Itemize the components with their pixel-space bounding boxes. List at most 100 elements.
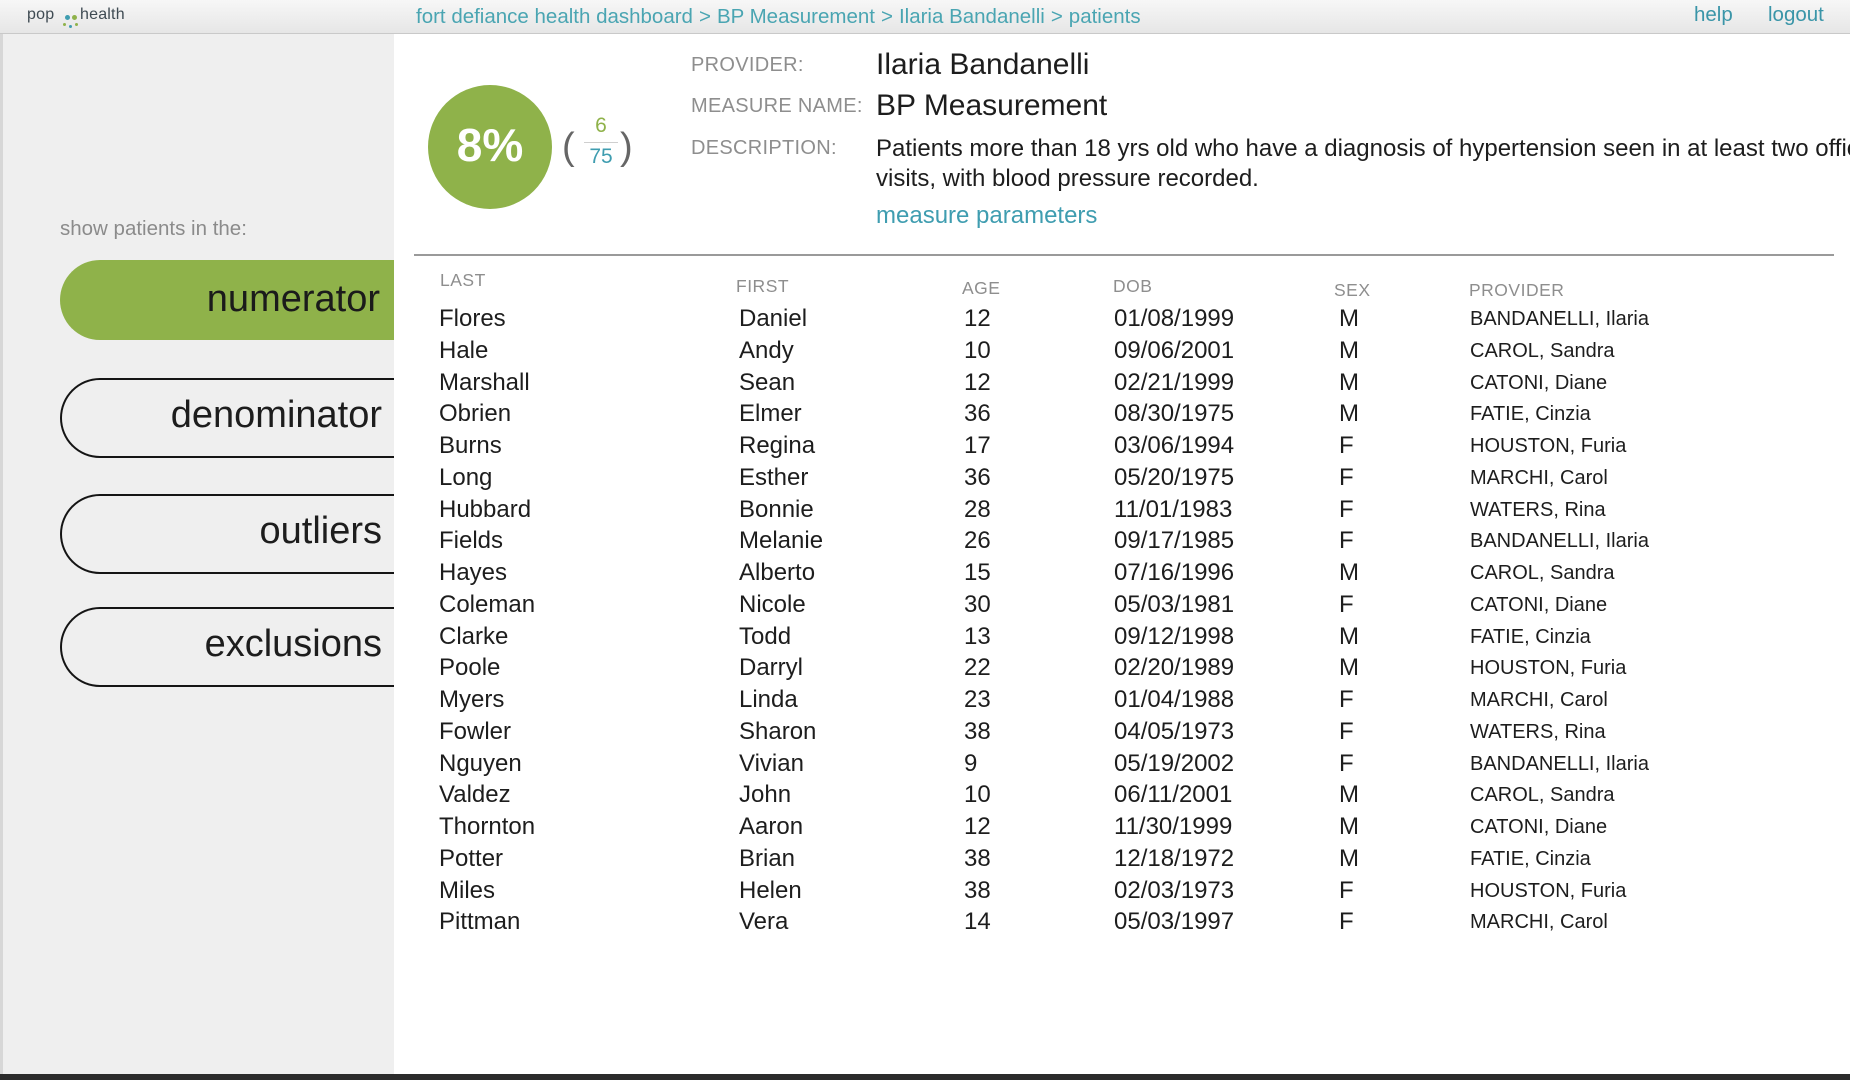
cell-dob: 01/04/1988 <box>1114 686 1235 713</box>
cell-age: 30 <box>964 590 991 618</box>
cell-dob: 05/19/2002 <box>1114 749 1235 777</box>
cell-dob: 02/03/1973 <box>1114 876 1235 904</box>
sidebar-caption: show patients in the: <box>60 217 247 240</box>
cell-last-name: Hubbard <box>439 495 532 523</box>
cell-first-name: Melanie <box>739 527 824 555</box>
cell-dob: 07/16/1996 <box>1114 559 1235 586</box>
exclusions-filter-button[interactable]: exclusions <box>60 607 400 687</box>
cell-first-name: Andy <box>739 336 794 364</box>
numerator-filter-label: numerator <box>206 278 380 320</box>
cell-dob: 09/06/2001 <box>1114 336 1235 364</box>
cell-age: 12 <box>964 368 991 396</box>
cell-sex: F <box>1339 590 1354 618</box>
cell-sex: F <box>1339 432 1354 459</box>
cell-sex: F <box>1339 749 1354 777</box>
cell-provider: MARCHI, Carol <box>1470 911 1608 934</box>
cell-dob: 09/17/1985 <box>1114 527 1235 555</box>
measure-description: Patients more than 18 yrs old who have a… <box>876 135 1850 192</box>
cell-first-name: Sharon <box>739 717 817 745</box>
cell-last-name: Myers <box>439 686 505 713</box>
cell-last-name: Clarke <box>439 622 509 650</box>
cell-last-name: Flores <box>439 305 506 332</box>
cell-provider: WATERS, Rina <box>1470 498 1606 521</box>
cell-provider: CAROL, Sandra <box>1470 339 1615 362</box>
cell-first-name: Sean <box>739 368 796 396</box>
column-header-last[interactable]: LAST <box>440 270 486 291</box>
breadcrumb-separator: > <box>698 5 711 28</box>
cell-provider: MARCHI, Carol <box>1470 689 1608 711</box>
outliers-filter-button[interactable]: outliers <box>60 494 400 574</box>
column-header-provider[interactable]: PROVIDER <box>1469 280 1564 301</box>
cell-last-name: Miles <box>439 876 496 904</box>
cell-age: 14 <box>964 908 991 936</box>
provider-label: PROVIDER: <box>691 54 804 76</box>
help-link[interactable]: help <box>1694 3 1733 27</box>
cell-provider: HOUSTON, Furia <box>1470 435 1627 457</box>
cell-age: 12 <box>964 305 991 332</box>
cell-provider: BANDANELLI, Ilaria <box>1470 308 1649 330</box>
column-header-first[interactable]: FIRST <box>736 276 789 297</box>
cell-sex: M <box>1339 305 1359 332</box>
cell-dob: 01/08/1999 <box>1114 305 1235 332</box>
logout-link[interactable]: logout <box>1768 3 1824 27</box>
cell-provider: HOUSTON, Furia <box>1470 879 1627 902</box>
description-label: DESCRIPTION: <box>691 137 837 159</box>
cell-dob: 05/03/1981 <box>1114 590 1235 618</box>
measure-name-label: MEASURE NAME: <box>691 95 863 117</box>
cell-last-name: Potter <box>439 844 504 872</box>
cell-dob: 09/12/1998 <box>1114 622 1235 650</box>
measure-parameters-link[interactable]: measure parameters <box>876 202 1097 230</box>
cell-first-name: Vivian <box>739 749 804 777</box>
column-header-age[interactable]: AGE <box>962 278 1000 299</box>
outliers-filter-label: outliers <box>259 510 383 552</box>
cell-provider: CATONI, Diane <box>1470 371 1608 394</box>
cell-sex: M <box>1339 400 1359 428</box>
cell-age: 38 <box>964 844 991 872</box>
cell-age: 38 <box>964 876 991 904</box>
cell-sex: F <box>1339 686 1354 713</box>
cell-sex: F <box>1339 908 1354 936</box>
cell-first-name: Todd <box>739 622 792 650</box>
cell-age: 36 <box>964 400 991 428</box>
patient-filter-sidebar: show patients in the: numerator denomina… <box>0 34 400 1074</box>
cell-dob: 11/30/1999 <box>1114 813 1233 840</box>
breadcrumb-dashboard[interactable]: fort defiance health dashboard <box>416 5 693 29</box>
cell-age: 10 <box>964 336 991 364</box>
cell-dob: 02/20/1989 <box>1114 654 1235 682</box>
measure-name: BP Measurement <box>876 89 1108 122</box>
cell-sex: F <box>1339 463 1354 491</box>
cell-dob: 05/03/1997 <box>1114 908 1235 936</box>
numerator-filter-button[interactable]: numerator <box>60 260 400 340</box>
cell-last-name: Fields <box>439 527 504 555</box>
denominator-filter-button[interactable]: denominator <box>60 378 400 458</box>
breadcrumb-separator: > <box>880 5 893 28</box>
cell-sex: M <box>1339 813 1359 840</box>
cell-last-name: Long <box>439 463 493 491</box>
cell-age: 17 <box>964 432 991 459</box>
cell-first-name: Aaron <box>739 813 804 840</box>
cell-sex: M <box>1339 368 1359 396</box>
column-header-dob[interactable]: DOB <box>1113 276 1152 297</box>
cell-provider: HOUSTON, Furia <box>1470 657 1627 680</box>
cell-dob: 12/18/1972 <box>1114 844 1235 872</box>
table-row[interactable]: Pittman Vera 14 05/03/1997 F MARCHI, Carol <box>394 908 1834 946</box>
top-bar: pop health fort defiance health dashboar… <box>0 0 1850 34</box>
cell-first-name: Elmer <box>739 400 802 428</box>
cell-last-name: Nguyen <box>439 749 522 777</box>
breadcrumb-patients: patients <box>1068 5 1141 28</box>
breadcrumb-measure[interactable]: BP Measurement <box>717 5 875 29</box>
cell-sex: M <box>1339 622 1359 650</box>
cell-provider: BANDANELLI, Ilaria <box>1470 530 1649 553</box>
cell-dob: 06/11/2001 <box>1114 781 1233 809</box>
cell-provider: WATERS, Rina <box>1470 720 1606 743</box>
breadcrumb-provider[interactable]: Ilaria Bandanelli <box>899 5 1045 29</box>
fraction-denominator: 75 <box>589 145 613 168</box>
cell-provider: CAROL, Sandra <box>1470 784 1615 807</box>
cell-age: 28 <box>964 495 991 523</box>
cell-provider: CATONI, Diane <box>1470 816 1608 838</box>
cell-last-name: Coleman <box>439 590 536 618</box>
cell-provider: CAROL, Sandra <box>1470 562 1615 584</box>
cell-sex: F <box>1339 717 1354 745</box>
column-header-sex[interactable]: SEX <box>1334 280 1371 301</box>
cell-dob: 11/01/1983 <box>1114 495 1233 523</box>
